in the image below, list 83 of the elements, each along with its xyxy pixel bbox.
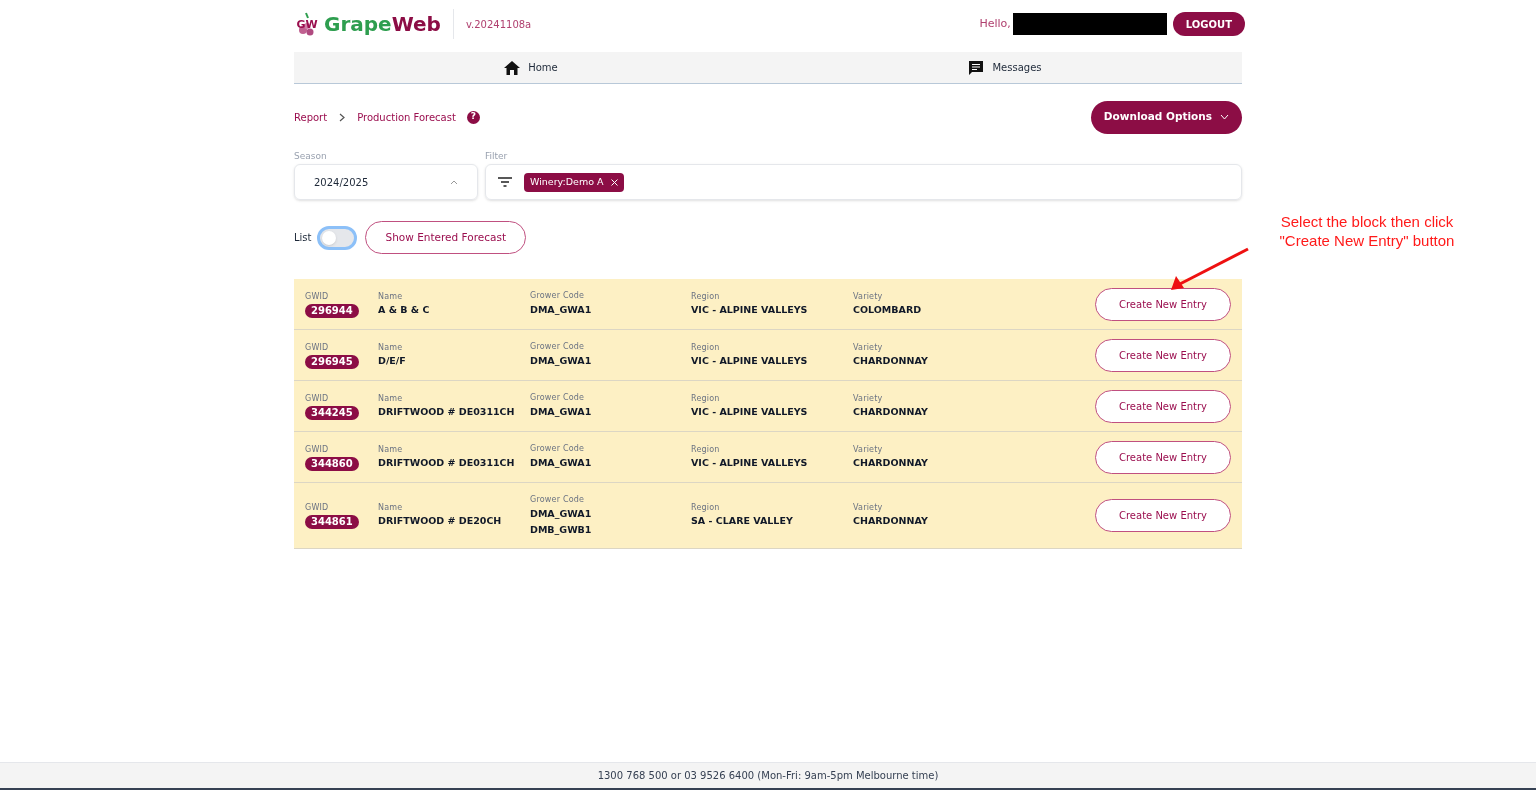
season-select[interactable]: 2024/2025	[294, 164, 478, 200]
field-value: CHARDONNAY	[853, 404, 929, 419]
field-value: DMB_GWB1	[530, 522, 593, 537]
gwid-badge: 296945	[305, 354, 359, 369]
filter-field[interactable]: Winery:Demo A	[485, 164, 1242, 200]
field-label: Name	[378, 443, 404, 456]
field-value: VIC - ALPINE VALLEYS	[691, 455, 809, 470]
home-icon	[504, 60, 521, 75]
filter-label: Filter	[485, 150, 509, 162]
chevron-icon	[339, 112, 346, 122]
field-label: Name	[378, 502, 404, 515]
field-label: Name	[378, 290, 404, 303]
field-value: DMA_GWA1	[530, 303, 593, 317]
download-options-button[interactable]: Download Options	[1090, 100, 1242, 134]
create-new-entry-button[interactable]: Create New Entry	[1095, 499, 1231, 532]
help-icon[interactable]: ?	[466, 110, 480, 124]
filter-chip[interactable]: Winery:Demo A	[524, 172, 625, 192]
message-icon	[968, 59, 985, 76]
field-value: CHARDONNAY	[853, 353, 929, 368]
field-label: Region	[691, 290, 721, 303]
field-value: D/E/F	[378, 353, 407, 368]
field-value: DRIFTWOOD # DE0311CH	[378, 404, 516, 419]
nav-tab[interactable]: Home	[294, 52, 768, 83]
field-label: Region	[691, 502, 721, 515]
field-label: Name	[378, 341, 404, 354]
logo-mark: GW	[294, 11, 320, 37]
field-value: VIC - ALPINE VALLEYS	[691, 302, 809, 317]
field-value: SA - CLARE VALLEY	[691, 514, 794, 529]
field-label: Region	[691, 392, 721, 405]
field-label: Grower Code	[530, 341, 586, 353]
field-label: Variety	[853, 290, 884, 303]
nav-tab[interactable]: Messages	[768, 52, 1242, 83]
field-value: CHARDONNAY	[853, 514, 929, 529]
list-label: List	[294, 231, 312, 245]
field-label: Grower Code	[530, 493, 586, 506]
gwid-badge: 344245	[305, 405, 359, 420]
field-label: Grower Code	[530, 443, 586, 455]
field-value: DMA_GWA1	[530, 354, 593, 368]
field-label: GWID	[305, 502, 330, 514]
chevron-down-icon	[1220, 114, 1229, 120]
create-new-entry-button[interactable]: Create New Entry	[1095, 287, 1231, 321]
field-label: Region	[691, 443, 721, 456]
field-label: Variety	[853, 502, 884, 515]
field-value: DRIFTWOOD # DE0311CH	[378, 455, 516, 470]
field-value: DMA_GWA1	[530, 405, 593, 419]
gwid-badge: 296944	[305, 303, 359, 318]
close-icon[interactable]	[611, 178, 619, 186]
field-value: COLOMBARD	[853, 302, 923, 317]
field-label: Grower Code	[530, 290, 586, 302]
field-label: Grower Code	[530, 392, 586, 404]
field-value: VIC - ALPINE VALLEYS	[691, 353, 809, 368]
field-label: GWID	[305, 290, 330, 303]
field-value: VIC - ALPINE VALLEYS	[691, 404, 809, 419]
field-value: DRIFTWOOD # DE20CH	[378, 514, 503, 529]
field-label: GWID	[305, 443, 330, 456]
field-value: A & B & C	[378, 302, 431, 317]
field-value: DMA_GWA1	[530, 506, 593, 521]
field-value: CHARDONNAY	[853, 455, 929, 470]
greeting-text: Hello,	[979, 15, 1011, 32]
field-label: GWID	[305, 341, 330, 354]
gwid-badge: 344861	[305, 515, 359, 529]
field-label: Name	[378, 392, 404, 405]
chevron-up-icon	[450, 179, 458, 185]
logo-text: GrapeWeb	[324, 14, 441, 34]
logout-button[interactable]: LOGOUT	[1172, 12, 1245, 36]
version-label: v.20241108a	[465, 17, 532, 32]
field-label: GWID	[305, 392, 330, 405]
field-label: Region	[691, 341, 721, 354]
footer-text: 1300 768 500 or 03 9526 6400 (Mon-Fri: 9am-5pm Melbourne time)	[597, 769, 939, 783]
breadcrumb-link[interactable]: Report	[294, 109, 328, 125]
gwid-badge: 344860	[305, 456, 359, 471]
create-new-entry-button[interactable]: Create New Entry	[1095, 440, 1231, 474]
breadcrumb-link[interactable]: Production Forecast	[357, 109, 456, 125]
annotation-text: Select the block then click "Create New Entry" button	[1278, 212, 1456, 250]
field-label: Variety	[853, 443, 884, 456]
filter-icon	[498, 177, 512, 187]
create-new-entry-button[interactable]: Create New Entry	[1095, 389, 1231, 423]
season-label: Season	[294, 150, 328, 162]
field-label: Variety	[853, 341, 884, 354]
create-new-entry-button[interactable]: Create New Entry	[1095, 338, 1231, 372]
field-label: Variety	[853, 392, 884, 405]
list-toggle[interactable]	[317, 225, 358, 250]
field-value: DMA_GWA1	[530, 456, 593, 470]
